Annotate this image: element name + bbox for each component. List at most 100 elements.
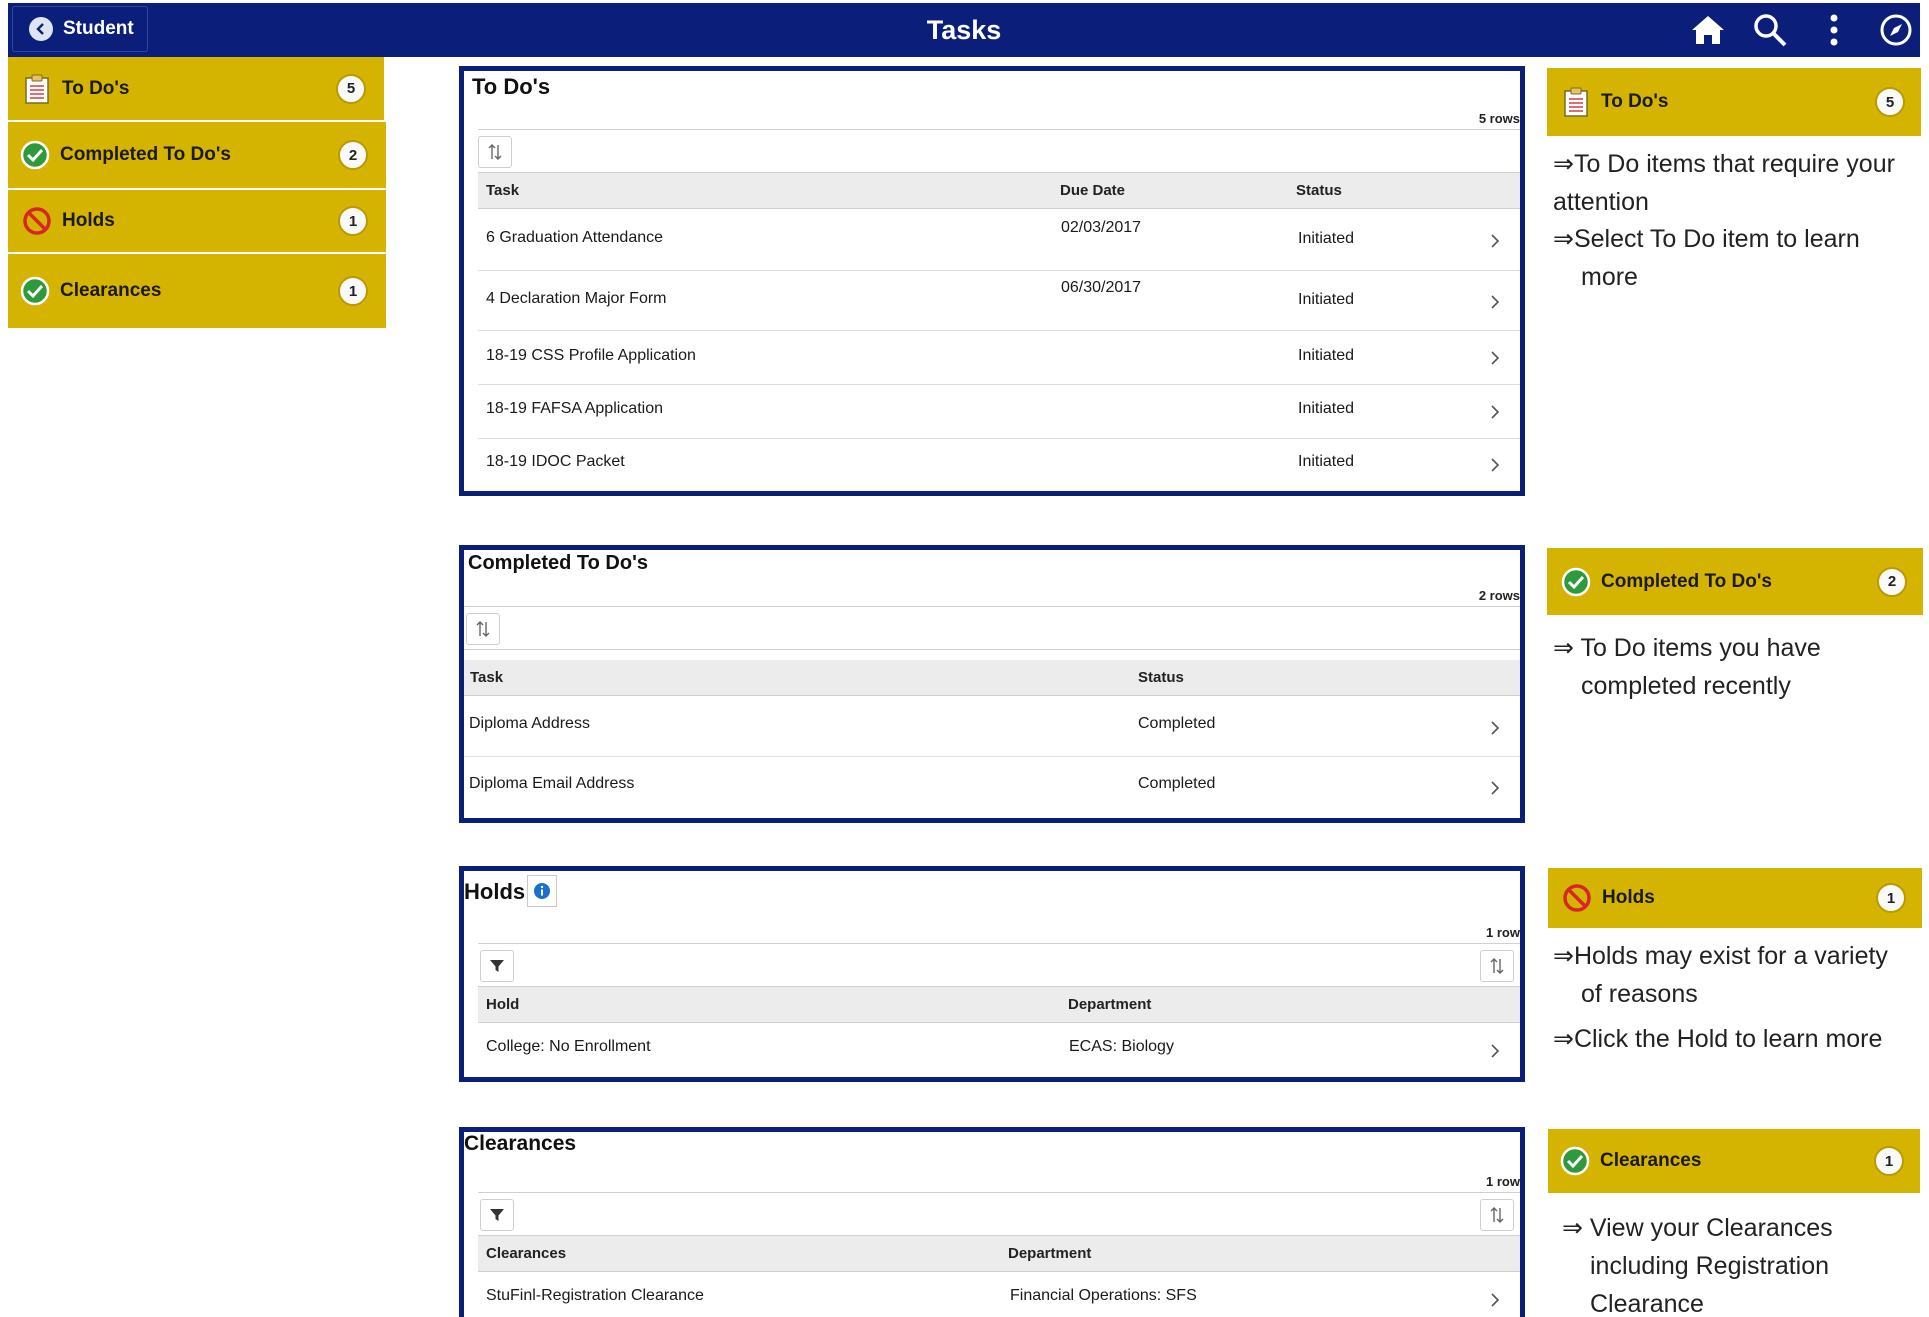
chevron-left-icon: [29, 17, 53, 41]
back-button[interactable]: Student: [12, 6, 148, 52]
status-cell: Initiated: [1298, 291, 1355, 308]
table-row[interactable]: College: No Enrollment ECAS: Biology: [478, 1024, 1520, 1077]
due-date-cell: 06/30/2017: [1061, 279, 1142, 296]
task-cell: 18-19 CSS Profile Application: [486, 347, 696, 364]
panel-title: Completed To Do's: [468, 552, 648, 574]
table-header: Hold Department: [478, 987, 1520, 1023]
clipboard-icon: [1561, 87, 1591, 117]
task-cell: 18-19 IDOC Packet: [486, 453, 625, 470]
count-badge: 1: [338, 206, 368, 236]
row-count: 1 row: [1486, 1174, 1520, 1189]
table-row[interactable]: StuFinl-Registration Clearance Financial…: [478, 1273, 1520, 1317]
note-line: Clearance: [1590, 1290, 1704, 1317]
table-row[interactable]: 6 Graduation Attendance 02/03/2017 Initi…: [478, 210, 1520, 271]
sidebar-item-label: Clearances: [60, 280, 162, 301]
sort-button[interactable]: [478, 136, 512, 168]
chevron-right-icon: [1491, 721, 1500, 735]
sidebar-item-label: To Do's: [62, 77, 130, 99]
column-header-status[interactable]: Status: [1296, 173, 1342, 209]
note-line: ⇒Click the Hold to learn more: [1553, 1025, 1883, 1053]
table-row[interactable]: Diploma Address Completed: [464, 697, 1520, 757]
note-tile-label: Completed To Do's: [1601, 570, 1772, 592]
note-line: more: [1581, 262, 1638, 291]
row-count: 2 rows: [1478, 588, 1520, 603]
due-date-cell: 02/03/2017: [1061, 219, 1142, 236]
table-header: Task Status: [464, 660, 1520, 696]
holds-panel: Holds 1 row Hold Department College: No …: [459, 866, 1525, 1082]
chevron-right-icon: [1491, 458, 1500, 472]
note-line: ⇒Select To Do item to learn: [1553, 225, 1860, 253]
info-button[interactable]: [527, 875, 557, 907]
table-row[interactable]: 18-19 FAFSA Application Initiated: [478, 385, 1520, 439]
note-line: completed recently: [1581, 671, 1791, 700]
filter-button[interactable]: [480, 950, 514, 982]
sort-button[interactable]: [466, 613, 500, 645]
note-tile-completed: Completed To Do's 2: [1547, 548, 1923, 615]
column-header-department[interactable]: Department: [1068, 987, 1151, 1023]
count-badge: 2: [338, 140, 368, 170]
note-text-todos: ⇒To Do items that require your attention…: [1553, 146, 1923, 296]
home-icon[interactable]: [1690, 12, 1726, 48]
filter-button[interactable]: [480, 1199, 514, 1231]
note-tile-label: Clearances: [1600, 1150, 1702, 1171]
column-header-task[interactable]: Task: [470, 660, 503, 696]
chevron-right-icon: [1491, 1293, 1500, 1307]
row-count: 1 row: [1486, 925, 1520, 940]
table-header: Clearances Department: [478, 1236, 1520, 1272]
more-vertical-icon[interactable]: [1816, 12, 1852, 48]
check-circle-icon: [1561, 567, 1591, 597]
chevron-right-icon: [1491, 295, 1500, 309]
note-tile-clearances: Clearances 1: [1548, 1129, 1920, 1193]
prohibited-icon: [1562, 883, 1592, 913]
chevron-right-icon: [1491, 234, 1500, 248]
sidebar-item-label: Holds: [62, 210, 115, 231]
column-header-department[interactable]: Department: [1008, 1236, 1091, 1272]
table-row[interactable]: 18-19 IDOC Packet Initiated: [478, 439, 1520, 491]
grid-toolbar: [478, 129, 1520, 173]
sidebar-item-holds[interactable]: Holds 1: [8, 190, 386, 252]
count-badge: 1: [1874, 1146, 1904, 1176]
column-header-due-date[interactable]: Due Date: [1060, 173, 1125, 209]
table-row[interactable]: Diploma Email Address Completed: [464, 757, 1520, 817]
filter-icon: [490, 960, 504, 972]
table-row[interactable]: 18-19 CSS Profile Application Initiated: [478, 331, 1520, 385]
note-line: attention: [1553, 187, 1649, 216]
chevron-right-icon: [1491, 781, 1500, 795]
sidebar-item-completed-todos[interactable]: Completed To Do's 2: [8, 122, 386, 188]
navigator-icon[interactable]: [1878, 12, 1914, 48]
completed-todos-panel: Completed To Do's 2 rows Task Status Dip…: [459, 545, 1525, 823]
column-header-hold[interactable]: Hold: [486, 987, 519, 1023]
department-cell: ECAS: Biology: [1069, 1038, 1174, 1055]
count-badge: 5: [336, 73, 366, 104]
chevron-right-icon: [1491, 351, 1500, 365]
panel-title: Clearances: [464, 1132, 577, 1155]
table-header: Task Due Date Status: [478, 173, 1520, 209]
department-cell: Financial Operations: SFS: [1010, 1287, 1197, 1304]
task-cell: 4 Declaration Major Form: [486, 290, 667, 307]
column-header-task[interactable]: Task: [486, 173, 519, 209]
status-cell: Initiated: [1298, 347, 1355, 364]
info-icon: [534, 883, 550, 899]
count-badge: 2: [1877, 566, 1907, 597]
sort-button[interactable]: [1480, 950, 1514, 982]
header-bar: Student Tasks: [8, 3, 1920, 57]
note-line: ⇒ To Do items you have: [1553, 634, 1821, 662]
task-cell: 18-19 FAFSA Application: [486, 400, 663, 417]
note-line: of reasons: [1581, 979, 1698, 1008]
page-title: Tasks: [926, 15, 1002, 45]
note-text-holds: ⇒Holds may exist for a variety of reason…: [1553, 938, 1923, 1059]
column-header-status[interactable]: Status: [1138, 660, 1184, 696]
column-header-clearances[interactable]: Clearances: [486, 1236, 566, 1272]
note-text-clearances: ⇒ View your Clearances including Registr…: [1562, 1209, 1922, 1317]
sort-button[interactable]: [1480, 1199, 1514, 1231]
table-row[interactable]: 4 Declaration Major Form 06/30/2017 Init…: [478, 271, 1520, 331]
search-icon[interactable]: [1752, 12, 1788, 48]
count-badge: 5: [1875, 87, 1905, 117]
clipboard-icon: [22, 74, 52, 104]
todos-panel: To Do's 5 rows Task Due Date Status 6 Gr…: [459, 66, 1525, 496]
back-button-label: Student: [63, 18, 134, 39]
sidebar-item-clearances[interactable]: Clearances 1: [8, 254, 386, 328]
sidebar-item-todos[interactable]: To Do's 5: [8, 57, 384, 120]
note-text-completed: ⇒ To Do items you have completed recentl…: [1553, 630, 1923, 705]
note-tile-label: Holds: [1602, 887, 1655, 908]
